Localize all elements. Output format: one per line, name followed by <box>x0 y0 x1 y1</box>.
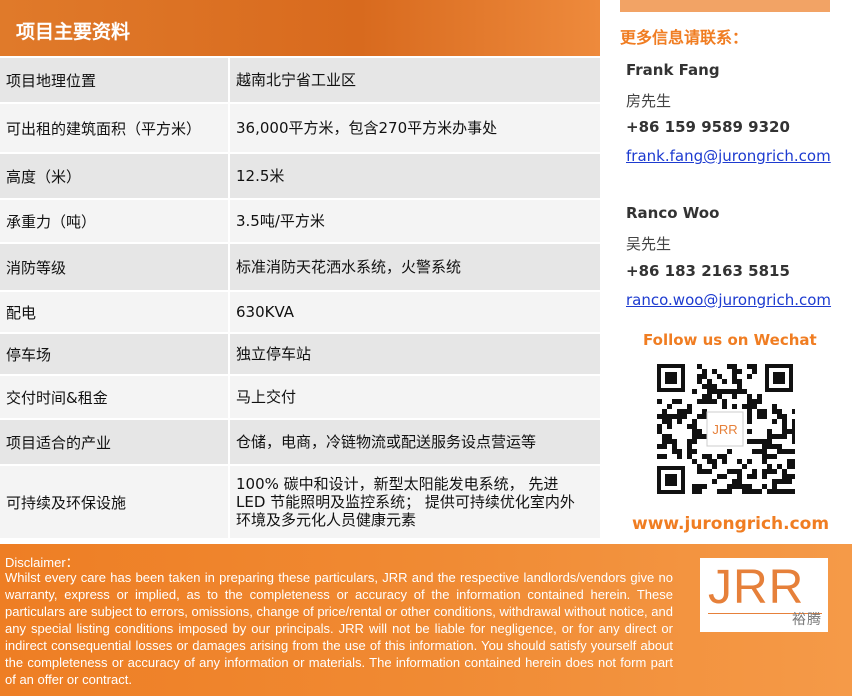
contact-name: Ranco Woo <box>626 204 720 222</box>
contact-phone: +86 183 2163 5815 <box>626 262 790 280</box>
row-value: 标准消防天花洒水系统，火警系统 <box>236 258 462 276</box>
row-value-line: 环境及多元化人员健康元素 <box>236 511 417 529</box>
wechat-qr-code: JRR <box>655 362 795 496</box>
row-value: 36,000平方米，包含270平方米办事处 <box>236 119 498 137</box>
project-info-table: 项目地理位置 越南北宁省工业区 可出租的建筑面积（平方米） 36,000平方米，… <box>0 58 600 540</box>
table-row: 配电 630KVA <box>0 292 600 334</box>
row-value-line: 100% 碳中和设计，新型太阳能发电系统， 先进 <box>236 475 559 493</box>
row-label: 配电 <box>0 292 230 332</box>
jrr-logo: JRR 裕腾 <box>700 558 828 632</box>
contact-title: 更多信息请联系： <box>620 28 749 47</box>
qr-center-logo: JRR <box>712 422 737 437</box>
contact-name: Frank Fang <box>626 61 720 79</box>
table-row: 可持续及环保设施 100% 碳中和设计，新型太阳能发电系统， 先进 LED 节能… <box>0 466 600 540</box>
section-header: 项目主要资料 <box>0 0 600 56</box>
row-value: 3.5吨/平方米 <box>236 212 325 230</box>
accent-strip <box>620 0 830 12</box>
row-label: 可出租的建筑面积（平方米） <box>0 104 230 152</box>
disclaimer-text: Whilst every care has been taken in prep… <box>5 570 673 687</box>
contact-cn-name: 吴先生 <box>626 235 672 253</box>
row-label: 可持续及环保设施 <box>0 466 230 538</box>
row-label: 项目适合的产业 <box>0 420 230 464</box>
table-row: 交付时间&租金 马上交付 <box>0 376 600 420</box>
logo-cn-text: 裕腾 <box>792 612 822 628</box>
contact-phone: +86 159 9589 9320 <box>626 118 790 136</box>
row-value: 越南北宁省工业区 <box>236 71 357 89</box>
row-label: 项目地理位置 <box>0 58 230 102</box>
row-value: 仓储，电商，冷链物流或配送服务设点营运等 <box>236 433 537 451</box>
contact-email-link[interactable]: frank.fang@jurongrich.com <box>626 147 831 165</box>
row-value: 马上交付 <box>236 388 297 406</box>
website-link[interactable]: www.jurongrich.com <box>632 514 829 534</box>
contact-email-link[interactable]: ranco.woo@jurongrich.com <box>626 291 831 309</box>
table-row: 停车场 独立停车站 <box>0 334 600 376</box>
table-row: 消防等级 标准消防天花洒水系统，火警系统 <box>0 244 600 292</box>
contact-cn-name: 房先生 <box>626 92 672 110</box>
row-label: 交付时间&租金 <box>0 376 230 418</box>
row-label: 消防等级 <box>0 244 230 290</box>
row-label: 承重力（吨） <box>0 200 230 242</box>
row-label: 高度（米） <box>0 154 230 198</box>
disclaimer-footer: Disclaimer： Whilst every care has been t… <box>0 544 852 696</box>
section-title: 项目主要资料 <box>16 21 131 43</box>
table-row: 高度（米） 12.5米 <box>0 154 600 200</box>
follow-wechat-label: Follow us on Wechat <box>643 331 817 349</box>
row-value: 630KVA <box>236 303 295 321</box>
table-row: 项目适合的产业 仓储，电商，冷链物流或配送服务设点营运等 <box>0 420 600 466</box>
row-value: 12.5米 <box>236 167 285 185</box>
row-label: 停车场 <box>0 334 230 374</box>
row-value-line: LED 节能照明及监控系统； 提供可持续优化室内外 <box>236 493 575 511</box>
row-value: 独立停车站 <box>236 345 312 363</box>
table-row: 项目地理位置 越南北宁省工业区 <box>0 58 600 104</box>
table-row: 承重力（吨） 3.5吨/平方米 <box>0 200 600 244</box>
row-value: 100% 碳中和设计，新型太阳能发电系统， 先进 LED 节能照明及监控系统； … <box>230 466 600 538</box>
logo-text: JRR <box>708 561 805 614</box>
table-row: 可出租的建筑面积（平方米） 36,000平方米，包含270平方米办事处 <box>0 104 600 154</box>
